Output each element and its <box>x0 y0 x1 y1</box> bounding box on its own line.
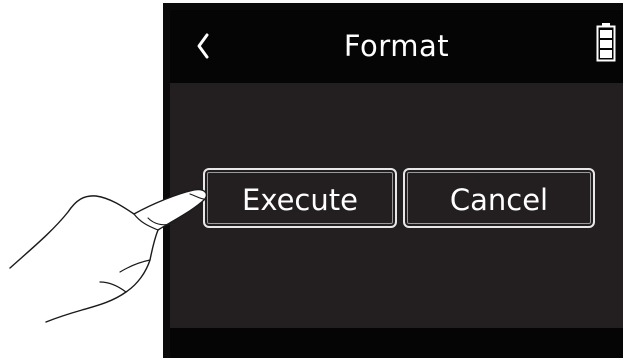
battery-full-icon <box>596 23 616 62</box>
title-bar: Format <box>170 10 623 83</box>
page-title: Format <box>343 29 450 63</box>
execute-button[interactable]: Execute <box>203 168 397 228</box>
bottom-bar <box>170 328 623 358</box>
cancel-button[interactable]: Cancel <box>403 168 595 228</box>
device-screen: Format Execute Cancel <box>170 10 623 358</box>
battery-indicator <box>596 22 616 62</box>
illustration: Format Execute Cancel <box>0 0 623 358</box>
